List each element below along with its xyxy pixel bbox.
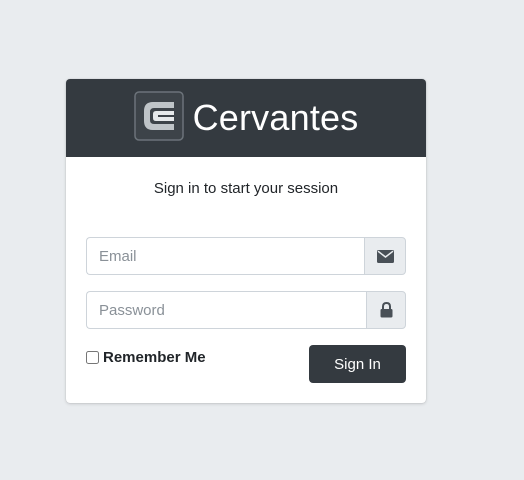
remember-me-label[interactable]: Remember Me bbox=[103, 349, 206, 366]
brand-name: Cervantes bbox=[192, 97, 359, 138]
remember-me-checkbox[interactable] bbox=[86, 351, 99, 364]
form-actions-row: Remember Me Sign In bbox=[86, 345, 406, 383]
lock-addon bbox=[366, 291, 406, 329]
login-body: Sign in to start your session Email Reme… bbox=[66, 157, 426, 403]
lock-icon bbox=[380, 302, 393, 318]
sign-in-button[interactable]: Sign In bbox=[309, 345, 406, 383]
password-input-group bbox=[86, 291, 406, 329]
email-input-group bbox=[86, 237, 406, 275]
remember-me: Remember Me bbox=[86, 349, 206, 366]
login-card: Cervantes Sign in to start your session bbox=[66, 79, 426, 403]
envelope-icon bbox=[376, 249, 394, 263]
login-message: Sign in to start your session bbox=[153, 180, 339, 197]
email-field[interactable] bbox=[86, 237, 364, 275]
cervantes-logo-icon bbox=[133, 90, 193, 146]
email-addon bbox=[364, 237, 406, 275]
password-field[interactable] bbox=[86, 291, 366, 329]
login-header: Cervantes bbox=[66, 79, 426, 157]
